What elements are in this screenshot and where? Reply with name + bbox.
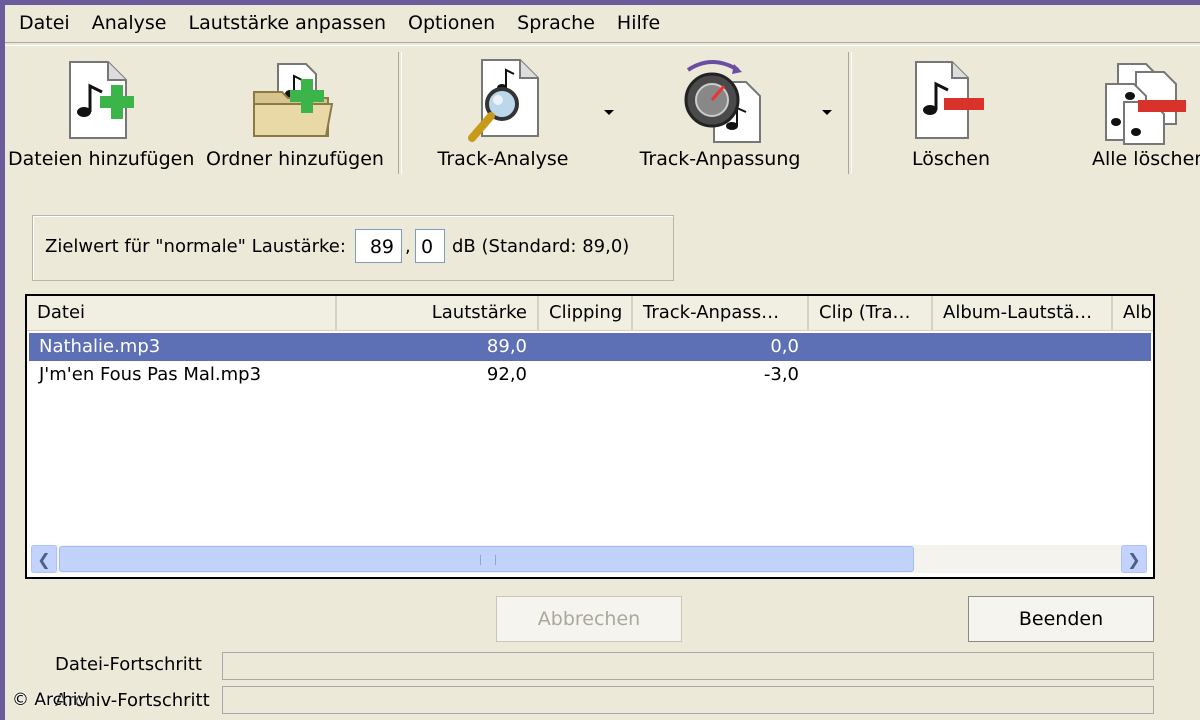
column-header-track-anpassung[interactable]: Track-Anpass… [633,296,809,330]
file-progress-label: Datei-Fortschritt [55,654,202,675]
column-header-clipping[interactable]: Clipping [539,296,633,330]
scroll-left-button[interactable]: ❮ [31,545,57,573]
chevron-left-icon: ❮ [37,549,51,569]
add-files-label: Dateien hinzufügen [8,148,195,170]
track-list[interactable]: Datei Lautstärke Clipping Track-Anpass… … [25,294,1155,579]
magnifier-icon [468,59,539,142]
track-list-header: Datei Lautstärke Clipping Track-Anpass… … [27,296,1153,331]
column-header-album-lautstaerke[interactable]: Album-Lautstä… [933,296,1113,330]
exit-button[interactable]: Beenden [968,596,1154,642]
add-folder-label: Ordner hinzufügen [206,148,384,170]
row-track-adjust: -3,0 [763,364,799,385]
menu-optionen[interactable]: Optionen [397,8,506,38]
table-row[interactable]: Nathalie.mp3 89,0 0,0 [29,333,1151,361]
track-analysis-dropdown-arrow[interactable] [604,110,614,115]
target-unit-label: dB (Standard: 89,0) [452,236,630,257]
menu-divider [5,42,1200,46]
column-header-datei[interactable]: Datei [27,296,337,330]
copyright-watermark: © Archiv [12,690,88,710]
row-file: J'm'en Fous Pas Mal.mp3 [39,364,262,385]
menu-datei[interactable]: Datei [8,8,81,38]
toolbar-separator [398,52,402,174]
menu-bar: Datei Analyse Lautstärke anpassen Option… [8,8,671,38]
column-header-lautstaerke[interactable]: Lautstärke [337,296,539,330]
cancel-button[interactable]: Abbrechen [496,596,682,642]
menu-hilfe[interactable]: Hilfe [606,8,671,38]
row-file: Nathalie.mp3 [39,336,161,357]
scroll-right-button[interactable]: ❯ [1121,545,1147,573]
target-comma: , [405,236,411,257]
menu-sprache[interactable]: Sprache [506,8,606,38]
menu-lautstaerke-anpassen[interactable]: Lautstärke anpassen [178,8,398,38]
chevron-right-icon: ❯ [1127,549,1141,569]
track-adjust-label: Track-Anpassung [639,148,801,170]
delete-all-label: Alle löschen [1092,148,1200,170]
delete-all-button[interactable]: Alle löschen [1082,56,1200,180]
add-file-icon [69,61,134,139]
track-adjust-dropdown-arrow[interactable] [822,110,832,115]
window-frame-top [0,0,1200,5]
delete-label: Löschen [912,148,990,170]
target-integer-input[interactable]: 89 [355,229,402,263]
column-header-album[interactable]: Alb [1113,296,1153,330]
grip-icon [480,555,496,565]
add-folder-icon [253,63,334,137]
table-row[interactable]: J'm'en Fous Pas Mal.mp3 92,0 -3,0 [29,361,1151,389]
archive-progress-bar [222,686,1154,714]
track-analysis-label: Track-Analyse [437,148,569,170]
delete-all-icon [1105,63,1186,145]
menu-analyse[interactable]: Analyse [81,8,178,38]
row-loudness: 92,0 [486,364,527,385]
row-track-adjust: 0,0 [770,336,799,357]
file-progress-bar [222,652,1154,680]
row-loudness: 89,0 [486,336,527,357]
column-header-clip-track[interactable]: Clip (Tra… [809,296,933,330]
target-loudness-label: Zielwert für "normale" Laustärke: [45,236,346,257]
delete-file-icon [915,61,984,139]
horizontal-scrollbar[interactable]: ❮ ❯ [31,545,1147,573]
volume-knob-icon [684,60,761,143]
window-frame-left [0,0,5,720]
target-decimal-input[interactable]: 0 [415,229,445,263]
toolbar-separator [848,52,852,174]
scrollbar-thumb[interactable] [59,546,914,572]
